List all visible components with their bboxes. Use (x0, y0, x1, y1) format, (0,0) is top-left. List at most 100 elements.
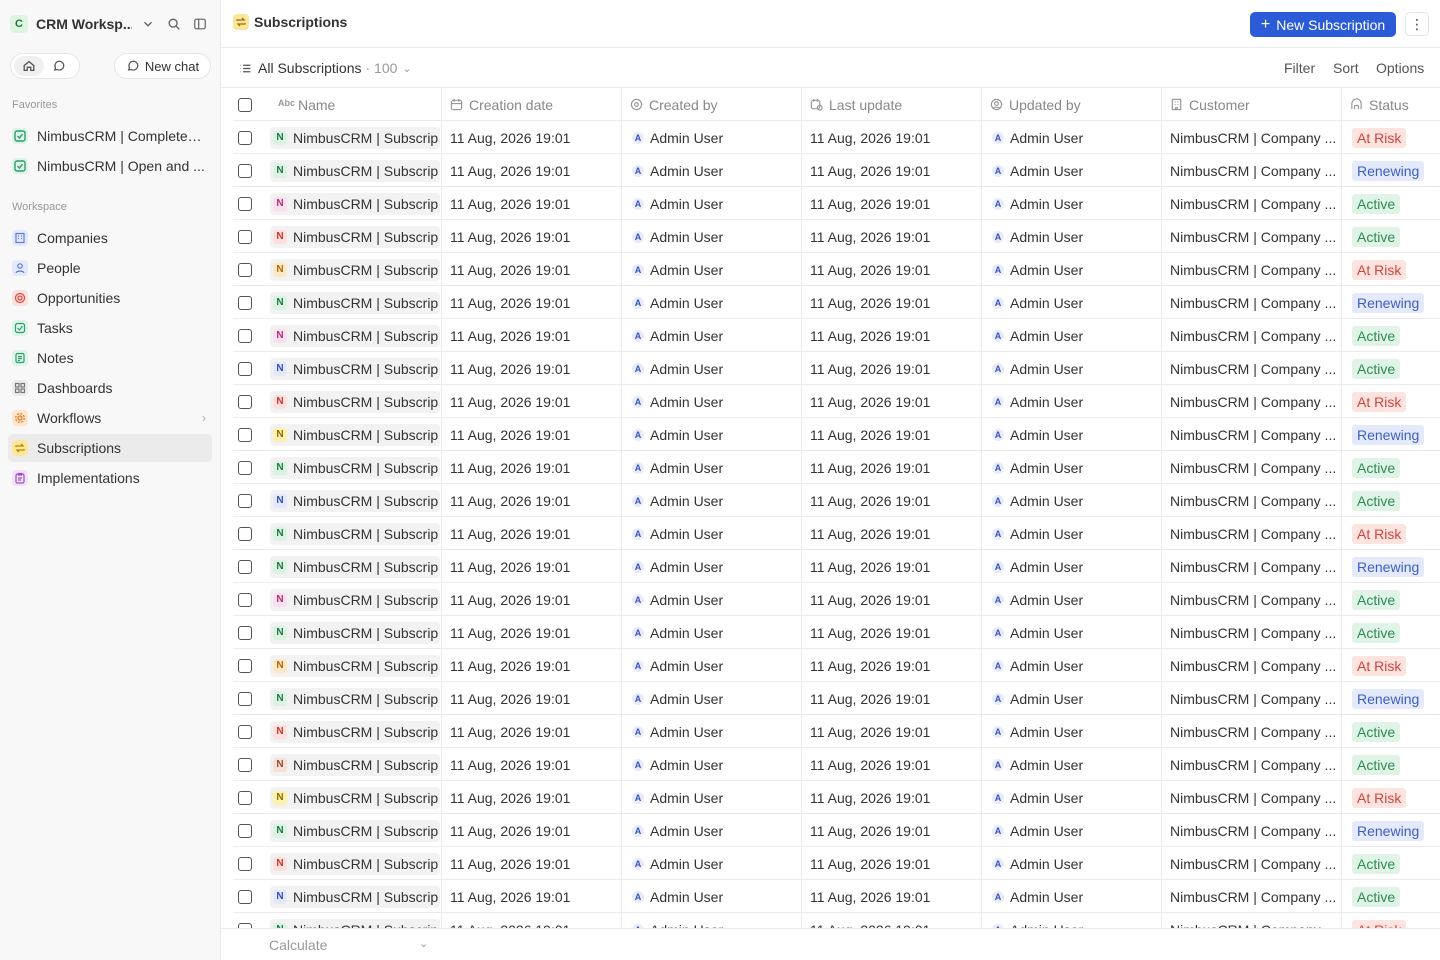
status-cell[interactable]: At Risk (1341, 517, 1440, 550)
status-cell[interactable]: At Risk (1341, 253, 1440, 286)
record-chip[interactable]: N NimbusCRM | Subscrip... (270, 489, 440, 512)
last-update-cell[interactable]: 11 Aug, 2026 19:01 (801, 550, 981, 583)
updated-by-cell[interactable]: A Admin User (981, 154, 1161, 187)
creation-date-cell[interactable]: 11 Aug, 2026 19:01 (441, 385, 621, 418)
record-chip[interactable]: N NimbusCRM | Subscrip... (270, 357, 440, 380)
updated-by-cell[interactable]: A Admin User (981, 385, 1161, 418)
chevron-down-icon[interactable]: ⌄ (419, 937, 428, 950)
creation-date-cell[interactable]: 11 Aug, 2026 19:01 (441, 748, 621, 781)
updated-by-cell[interactable]: A Admin User (981, 682, 1161, 715)
customer-cell[interactable]: NimbusCRM | Company ... (1161, 748, 1341, 781)
status-cell[interactable]: Active (1341, 319, 1440, 352)
name-cell[interactable]: N NimbusCRM | Subscrip... (270, 847, 441, 880)
row-checkbox[interactable] (238, 559, 252, 574)
updated-by-cell[interactable]: A Admin User (981, 880, 1161, 913)
last-update-cell[interactable]: 11 Aug, 2026 19:01 (801, 121, 981, 154)
last-update-cell[interactable]: 11 Aug, 2026 19:01 (801, 880, 981, 913)
last-update-cell[interactable]: 11 Aug, 2026 19:01 (801, 484, 981, 517)
last-update-cell[interactable]: 11 Aug, 2026 19:01 (801, 187, 981, 220)
table-row[interactable]: NNimbusCRM | Subscrip... 11 Aug, 2026 19:… (233, 616, 1440, 649)
customer-cell[interactable]: NimbusCRM | Company ... (1161, 484, 1341, 517)
created-by-cell[interactable]: AAdmin User (621, 748, 801, 781)
status-cell[interactable]: Active (1341, 748, 1440, 781)
name-cell[interactable]: N NimbusCRM | Subscrip... (270, 418, 441, 451)
column-header-creation-date[interactable]: Creation date (441, 88, 621, 121)
last-update-cell[interactable]: 11 Aug, 2026 19:01 (801, 583, 981, 616)
more-options-icon[interactable]: ⋮ (1405, 12, 1429, 36)
creation-date-cell[interactable]: 11 Aug, 2026 19:01 (441, 187, 621, 220)
created-by-cell[interactable]: AAdmin User (621, 484, 801, 517)
record-chip[interactable]: N NimbusCRM | Subscrip... (270, 291, 440, 314)
created-by-cell[interactable]: AAdmin User (621, 814, 801, 847)
table-row[interactable]: NNimbusCRM | Subscrip...11 Aug, 2026 19:… (233, 880, 1440, 913)
row-checkbox[interactable] (238, 328, 252, 343)
created-by-cell[interactable]: AAdmin User (621, 682, 801, 715)
updated-by-cell[interactable]: A Admin User (981, 121, 1161, 154)
record-chip[interactable]: N NimbusCRM | Subscrip... (270, 654, 440, 677)
created-by-cell[interactable]: AAdmin User (621, 550, 801, 583)
status-cell[interactable]: At Risk (1341, 649, 1440, 682)
creation-date-cell[interactable]: 11 Aug, 2026 19:01 (441, 847, 621, 880)
sort-button[interactable]: Sort (1333, 60, 1359, 76)
created-by-cell[interactable]: AAdmin User (621, 451, 801, 484)
customer-cell[interactable]: NimbusCRM | Company ... (1161, 781, 1341, 814)
last-update-cell[interactable]: 11 Aug, 2026 19:01 (801, 451, 981, 484)
last-update-cell[interactable]: 11 Aug, 2026 19:01 (801, 418, 981, 451)
row-checkbox[interactable] (238, 427, 252, 442)
record-chip[interactable]: N NimbusCRM | Subscrip... (270, 621, 440, 644)
column-header-created-by[interactable]: Created by (621, 88, 801, 121)
last-update-cell[interactable]: 11 Aug, 2026 19:01 (801, 352, 981, 385)
filter-button[interactable]: Filter (1284, 60, 1315, 76)
table-row[interactable]: NNimbusCRM | Subscrip...11 Aug, 2026 19:… (233, 352, 1440, 385)
table-row[interactable]: NNimbusCRM | Subscrip... 11 Aug, 2026 19:… (233, 517, 1440, 550)
status-cell[interactable]: Active (1341, 484, 1440, 517)
chevron-right-icon[interactable]: › (202, 411, 206, 425)
updated-by-cell[interactable]: A Admin User (981, 583, 1161, 616)
name-cell[interactable]: N NimbusCRM | Subscrip... (270, 319, 441, 352)
status-cell[interactable]: At Risk (1341, 781, 1440, 814)
sidebar-item-notes[interactable]: Notes (8, 344, 212, 372)
customer-cell[interactable]: NimbusCRM | Company ... (1161, 616, 1341, 649)
row-checkbox[interactable] (238, 658, 252, 673)
created-by-cell[interactable]: AAdmin User (621, 352, 801, 385)
row-checkbox[interactable] (238, 823, 252, 838)
name-cell[interactable]: N NimbusCRM | Subscrip... (270, 451, 441, 484)
creation-date-cell[interactable]: 11 Aug, 2026 19:01 (441, 649, 621, 682)
status-cell[interactable]: At Risk (1341, 385, 1440, 418)
row-checkbox[interactable] (238, 526, 252, 541)
record-chip[interactable]: N NimbusCRM | Subscrip... (270, 126, 440, 149)
row-checkbox[interactable] (238, 724, 252, 739)
creation-date-cell[interactable]: 11 Aug, 2026 19:01 (441, 352, 621, 385)
customer-cell[interactable]: NimbusCRM | Company ... (1161, 682, 1341, 715)
chevron-down-icon[interactable] (138, 14, 158, 34)
row-checkbox[interactable] (238, 493, 252, 508)
row-checkbox[interactable] (238, 229, 252, 244)
creation-date-cell[interactable]: 11 Aug, 2026 19:01 (441, 286, 621, 319)
column-header-updated-by[interactable]: Updated by (981, 88, 1161, 121)
customer-cell[interactable]: NimbusCRM | Company ... (1161, 352, 1341, 385)
column-header-name[interactable]: Abc Name (278, 88, 442, 121)
sidebar-item-people[interactable]: People (8, 254, 212, 282)
record-chip[interactable]: N NimbusCRM | Subscrip... (270, 522, 440, 545)
name-cell[interactable]: N NimbusCRM | Subscrip... (270, 220, 441, 253)
table-row[interactable]: NNimbusCRM | Subscrip...11 Aug, 2026 19:… (233, 583, 1440, 616)
table-row[interactable]: NNimbusCRM | Subscrip...11 Aug, 2026 19:… (233, 781, 1440, 814)
customer-cell[interactable]: NimbusCRM | Company ... (1161, 154, 1341, 187)
name-cell[interactable]: N NimbusCRM | Subscrip... (270, 253, 441, 286)
last-update-cell[interactable]: 11 Aug, 2026 19:01 (801, 154, 981, 187)
updated-by-cell[interactable]: A Admin User (981, 550, 1161, 583)
last-update-cell[interactable]: 11 Aug, 2026 19:01 (801, 517, 981, 550)
last-update-cell[interactable]: 11 Aug, 2026 19:01 (801, 385, 981, 418)
row-checkbox[interactable] (238, 691, 252, 706)
options-button[interactable]: Options (1376, 60, 1424, 76)
created-by-cell[interactable]: AAdmin User (621, 913, 801, 928)
status-cell[interactable]: Active (1341, 847, 1440, 880)
table-row[interactable]: NNimbusCRM | Subscrip... 11 Aug, 2026 19:… (233, 121, 1440, 154)
last-update-cell[interactable]: 11 Aug, 2026 19:01 (801, 748, 981, 781)
status-cell[interactable]: Renewing (1341, 814, 1440, 847)
last-update-cell[interactable]: 11 Aug, 2026 19:01 (801, 616, 981, 649)
sidebar-item-dashboards[interactable]: Dashboards (8, 374, 212, 402)
row-checkbox[interactable] (238, 394, 252, 409)
updated-by-cell[interactable]: A Admin User (981, 286, 1161, 319)
table-row[interactable]: NNimbusCRM | Subscrip...11 Aug, 2026 19:… (233, 319, 1440, 352)
